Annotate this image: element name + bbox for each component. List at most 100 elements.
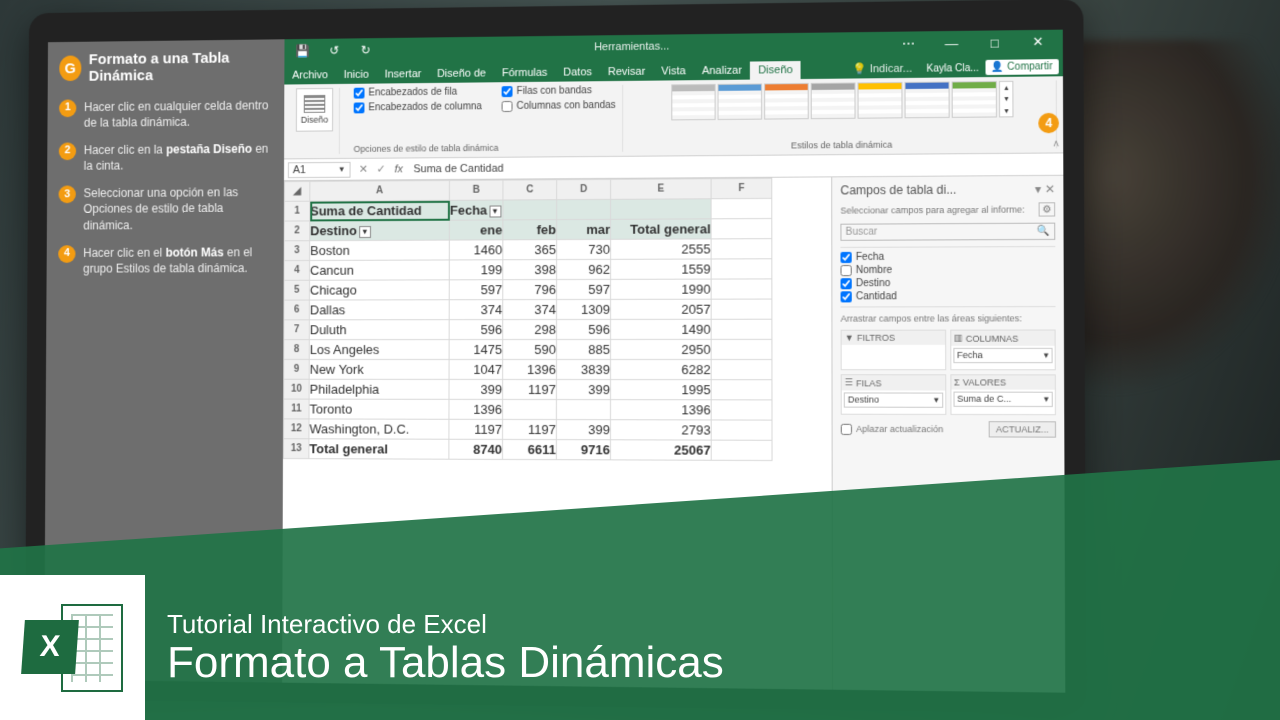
cell[interactable]: 1559 (611, 259, 712, 279)
field-item[interactable]: Nombre (840, 264, 1055, 276)
select-all[interactable]: ◢ (284, 181, 309, 201)
cell[interactable]: 374 (449, 300, 503, 320)
gear-icon[interactable]: ⚙ (1039, 202, 1056, 216)
row-header[interactable]: 6 (284, 300, 309, 320)
cell[interactable]: Washington, D.C. (309, 419, 449, 439)
undo-icon[interactable]: ↺ (322, 40, 348, 60)
cancel-formula-icon[interactable]: ✕ (354, 163, 372, 176)
cell[interactable]: Toronto (309, 399, 449, 419)
chk-banded-cols[interactable]: Columnas con bandas (502, 100, 616, 112)
update-button[interactable]: ACTUALIZ... (989, 421, 1056, 438)
cell[interactable]: Duluth (309, 320, 449, 340)
cell[interactable]: 374 (503, 300, 557, 320)
redo-icon[interactable]: ↻ (353, 40, 379, 60)
field-item[interactable]: Destino (841, 278, 1056, 290)
ribbon-tab[interactable]: Archivo (284, 66, 336, 84)
fx-icon[interactable]: fx (390, 163, 408, 175)
cell[interactable]: 298 (503, 320, 557, 340)
style-thumb[interactable] (858, 82, 903, 119)
cell[interactable]: 1990 (611, 279, 712, 299)
cell[interactable]: 398 (503, 260, 557, 280)
name-box[interactable]: A1▼ (288, 161, 351, 177)
cell[interactable]: 796 (503, 280, 557, 300)
cell[interactable]: 590 (503, 339, 557, 359)
row-header[interactable]: 5 (284, 280, 309, 300)
cell[interactable]: 1309 (557, 299, 611, 319)
area-values[interactable]: ΣVALORESSuma de C...▾ (950, 374, 1056, 415)
cell[interactable]: Fecha▾ (449, 200, 503, 220)
account-name[interactable]: Kayla Cla... (920, 60, 985, 78)
cell[interactable]: 1490 (611, 319, 712, 339)
ribbon-tab[interactable]: Diseño de (429, 64, 494, 83)
col-header[interactable]: A (310, 180, 450, 201)
cell[interactable]: 2950 (611, 339, 712, 359)
ribbon-tab[interactable]: Revisar (600, 63, 653, 82)
cell[interactable]: 596 (449, 320, 503, 340)
field-item[interactable]: Cantidad (841, 291, 1056, 303)
grid[interactable]: ◢ A B C D E F 1 Suma de Cantidad Fecha▾ (282, 177, 832, 689)
cell[interactable]: 2555 (611, 239, 712, 259)
col-header[interactable]: D (557, 179, 611, 199)
cell[interactable]: 399 (556, 420, 610, 440)
area-columns[interactable]: ▥COLUMNASFecha▾ (950, 330, 1056, 371)
cell[interactable]: 597 (449, 280, 503, 300)
cell[interactable] (503, 399, 557, 419)
minimize-icon[interactable]: — (933, 35, 970, 51)
style-thumb[interactable] (811, 82, 856, 119)
cell[interactable]: 597 (557, 279, 611, 299)
col-header[interactable]: E (611, 179, 712, 200)
row-header[interactable]: 11 (284, 399, 310, 419)
ribbon-tab[interactable]: Insertar (377, 65, 429, 83)
ribbon-tab[interactable]: Fórmulas (494, 64, 555, 83)
save-icon[interactable]: 💾 (290, 41, 315, 61)
chk-row-headers[interactable]: Encabezados de fila (354, 86, 482, 98)
ribbon-tab[interactable]: Diseño (750, 61, 801, 80)
cell[interactable]: 885 (556, 339, 610, 359)
style-thumb[interactable] (672, 84, 716, 120)
ribbon-tab[interactable]: Inicio (336, 66, 377, 84)
chk-banded-rows[interactable]: Filas con bandas (502, 85, 616, 97)
styles-more-button[interactable]: ▴▾▾ (999, 81, 1014, 118)
cell[interactable]: 1197 (503, 379, 557, 399)
cell[interactable]: 1197 (503, 419, 557, 439)
row-header[interactable]: 8 (284, 340, 310, 360)
formula-input[interactable]: Suma de Cantidad (408, 157, 1064, 176)
cell-A1[interactable]: Suma de Cantidad (310, 200, 450, 221)
col-header[interactable]: F (711, 178, 772, 198)
cell[interactable]: 1475 (449, 340, 503, 360)
col-header[interactable]: B (449, 180, 503, 200)
ribbon-tab[interactable]: Analizar (694, 62, 750, 81)
field-item[interactable]: Fecha (840, 251, 1055, 263)
col-header[interactable]: C (503, 180, 557, 200)
cell[interactable]: New York (309, 359, 449, 379)
row-header[interactable]: 12 (284, 419, 310, 439)
cell[interactable]: 6282 (610, 360, 711, 380)
row-header[interactable]: 4 (284, 260, 309, 280)
cell[interactable]: Philadelphia (309, 379, 449, 399)
tell-me[interactable]: 💡 Indicar... (844, 59, 920, 79)
ribbon-collapse-icon[interactable]: ˄ (1053, 139, 1059, 150)
cell[interactable] (556, 400, 610, 420)
cell[interactable]: 1460 (449, 240, 503, 260)
cell[interactable]: 1047 (449, 359, 503, 379)
cell[interactable]: 2057 (611, 299, 712, 319)
cell[interactable]: Boston (310, 240, 450, 260)
area-chip[interactable]: Suma de C...▾ (953, 392, 1053, 407)
field-search-input[interactable]: Buscar🔍 (840, 223, 1055, 241)
cell[interactable]: 1396 (449, 399, 503, 419)
ribbon-tab[interactable]: Datos (555, 63, 600, 81)
row-header[interactable]: 13 (283, 439, 309, 459)
row-header[interactable]: 1 (284, 201, 309, 221)
cell[interactable]: Chicago (309, 280, 449, 300)
ribbon-options-icon[interactable]: ⋯ (890, 35, 927, 52)
cell[interactable]: 596 (556, 319, 610, 339)
area-rows[interactable]: ☰FILASDestino▾ (841, 374, 946, 415)
enter-formula-icon[interactable]: ✓ (372, 163, 390, 176)
area-chip[interactable]: Fecha▾ (953, 348, 1053, 363)
cell[interactable]: 1396 (503, 359, 557, 379)
cell[interactable]: 1396 (610, 400, 711, 420)
chk-col-headers[interactable]: Encabezados de columna (354, 101, 482, 113)
row-header[interactable]: 9 (284, 359, 310, 379)
defer-update[interactable]: Aplazar actualización (841, 423, 944, 434)
maximize-icon[interactable]: □ (976, 35, 1013, 51)
